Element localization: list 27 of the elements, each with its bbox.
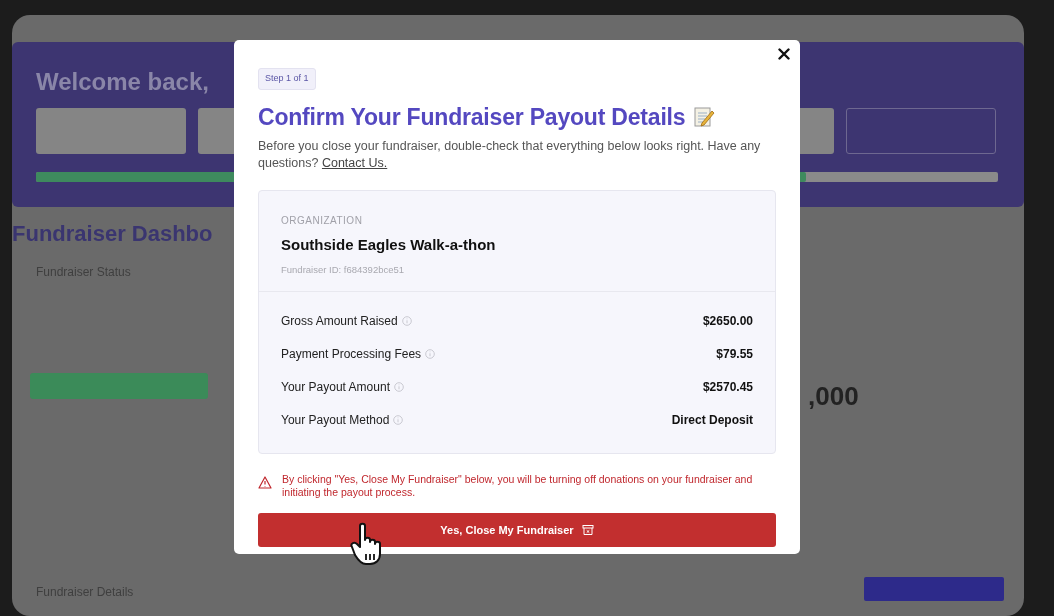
intro-text: Before you close your fundraiser, double-check that everything below looks right. Have any questions? Contact Us. [258,138,762,172]
contact-link[interactable]: Contact Us. [321,156,388,170]
organization-name: Southside Eagles Walk-a-thon [281,235,497,255]
row-value: Direct Deposit [671,412,753,429]
row-value: $2570.45 [702,379,753,396]
welcome-heading: Welcome back, [36,67,209,96]
info-icon[interactable] [393,415,404,425]
notepad-pencil-icon [693,105,716,128]
info-icon[interactable] [393,382,404,392]
dialog-title: Confirm Your Fundraiser Payout Details [258,102,686,132]
goal-amount: ,000 [808,380,859,413]
row-label: Your Payout Method [281,412,390,429]
row-value: $79.55 [716,346,753,363]
warning-text: By clicking "Yes, Close My Fundraiser" below, you will be turning off donations on your fundraiser and initiating the payout process. [282,473,754,499]
row-label: Payment Processing Fees [281,346,422,363]
fundraiser-id: Fundraiser ID: f684392bce51 [281,262,406,277]
close-icon[interactable] [776,46,792,62]
info-icon[interactable] [425,349,436,359]
section-label: ORGANIZATION [281,214,364,228]
warning-icon [258,476,272,489]
row-label: Your Payout Amount [281,379,390,396]
info-icon[interactable] [401,316,412,326]
row-value: $2650.00 [702,313,753,330]
row-label: Gross Amount Raised [281,313,398,330]
step-badge: Step 1 of 1 [258,68,316,90]
archive-icon [581,524,594,536]
close-fundraiser-button[interactable]: Yes, Close My Fundraiser [258,513,776,547]
